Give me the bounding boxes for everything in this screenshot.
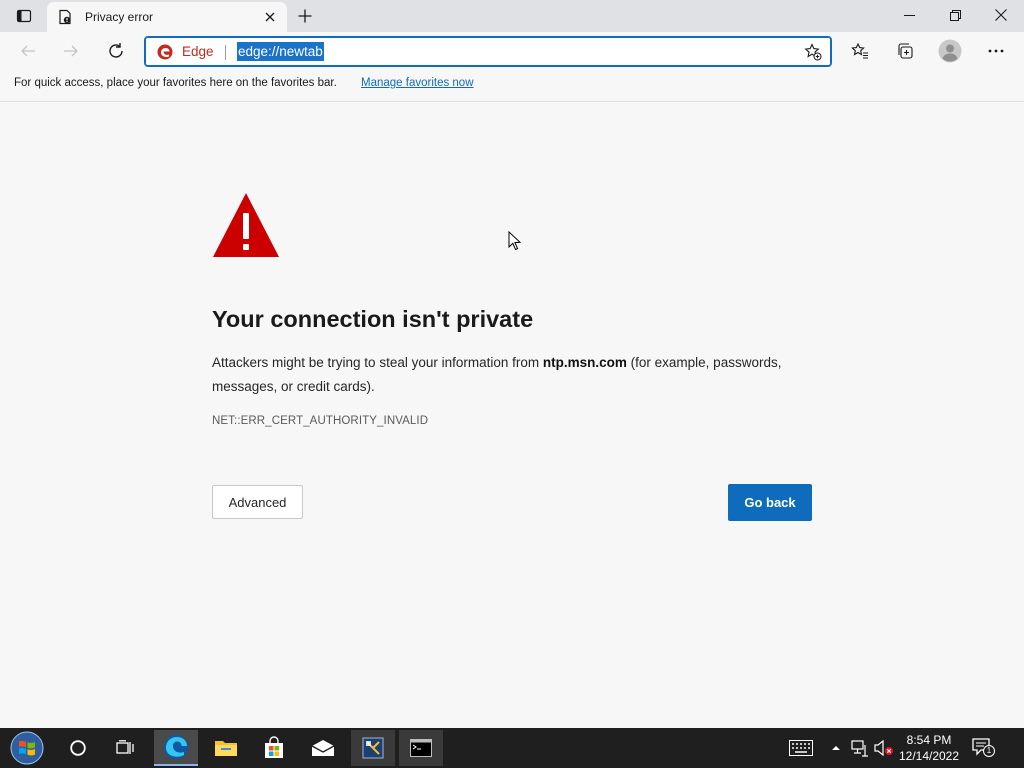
close-icon (995, 9, 1007, 21)
notification-count: 1 (983, 745, 995, 757)
error-description: Attackers might be trying to steal your … (212, 351, 822, 399)
taskbar-command-prompt[interactable] (399, 730, 443, 766)
taskbar-app-window[interactable] (351, 730, 395, 766)
new-tab-button[interactable] (292, 4, 318, 28)
more-horizontal-icon (988, 49, 1004, 53)
taskbar-mail[interactable] (301, 730, 345, 766)
edge-logo-icon (157, 44, 173, 60)
arrow-left-icon (21, 45, 35, 57)
settings-more-button[interactable] (981, 36, 1011, 66)
network-icon (851, 740, 868, 757)
network-button[interactable] (850, 738, 870, 758)
tab-title: Privacy error (85, 10, 154, 24)
refresh-button[interactable] (101, 36, 131, 66)
plus-icon (298, 9, 312, 23)
collections-icon (898, 43, 913, 59)
volume-button[interactable] (874, 738, 894, 758)
tab-close-button[interactable] (259, 6, 281, 28)
search-button[interactable] (56, 730, 100, 766)
restore-icon (949, 9, 961, 21)
close-window-button[interactable] (978, 0, 1024, 30)
address-bar[interactable]: Edge edge://newtab (144, 36, 832, 67)
action-center-button[interactable]: 1 (971, 738, 995, 758)
windows-start-orb-icon (10, 731, 44, 765)
minimize-button[interactable] (886, 0, 932, 30)
profile-button[interactable] (935, 36, 965, 66)
taskbar: 8:54 PM 12/14/2022 1 (0, 728, 1024, 768)
mail-icon (311, 740, 335, 756)
close-icon (265, 12, 275, 22)
clock-time: 8:54 PM (906, 733, 952, 747)
volume-muted-icon (874, 739, 893, 757)
advanced-button[interactable]: Advanced (212, 485, 303, 519)
title-bar: Privacy error (0, 0, 1024, 32)
task-view-icon (116, 740, 134, 754)
restore-button[interactable] (932, 0, 978, 30)
manage-favorites-link[interactable]: Manage favorites now (361, 77, 474, 89)
arrow-right-icon (64, 45, 78, 57)
keyboard-icon (789, 740, 813, 756)
go-back-button[interactable]: Go back (728, 484, 812, 521)
error-code[interactable]: NET::ERR_CERT_AUTHORITY_INVALID (212, 415, 428, 427)
app-window-icon (362, 737, 384, 759)
terminal-icon (410, 739, 432, 757)
taskbar-store[interactable] (252, 730, 296, 766)
star-add-icon (804, 43, 822, 61)
favorites-icon (851, 42, 868, 59)
store-bag-icon (265, 736, 283, 758)
page-content: Your connection isn't private Attackers … (0, 103, 1024, 728)
avatar-icon (938, 39, 962, 63)
mouse-cursor-icon (508, 231, 522, 251)
clock-date: 12/14/2022 (898, 749, 960, 763)
edge-icon (164, 735, 188, 759)
back-button[interactable] (13, 36, 43, 66)
favorites-bar-hint: For quick access, place your favorites h… (14, 77, 337, 89)
browser-tab[interactable]: Privacy error (47, 2, 287, 32)
add-favorite-button[interactable] (803, 42, 823, 62)
navigation-toolbar: Edge edge://newtab (0, 32, 1024, 70)
address-separator (225, 45, 226, 60)
description-text: Attackers might be trying to steal your … (212, 355, 543, 370)
touch-keyboard-button[interactable] (789, 738, 813, 758)
taskbar-file-explorer[interactable] (204, 730, 248, 766)
folder-icon (215, 741, 237, 756)
search-circle-icon (70, 740, 86, 756)
privacy-error-icon (57, 9, 73, 25)
show-hidden-icons-button[interactable] (826, 738, 846, 758)
system-clock[interactable]: 8:54 PM 12/14/2022 (896, 732, 962, 764)
task-view-button[interactable] (103, 730, 147, 766)
favorites-bar: For quick access, place your favorites h… (0, 70, 1024, 102)
forward-button[interactable] (56, 36, 86, 66)
refresh-icon (109, 43, 123, 58)
tab-actions-icon (16, 9, 32, 23)
warning-icon (213, 193, 279, 257)
site-identity-label[interactable]: Edge (182, 44, 214, 59)
start-button[interactable] (4, 730, 50, 766)
page-title: Your connection isn't private (212, 306, 534, 332)
minimize-icon (903, 14, 915, 16)
taskbar-edge[interactable] (154, 730, 198, 766)
collections-button[interactable] (890, 36, 920, 66)
chevron-up-icon (832, 746, 840, 750)
url-text[interactable]: edge://newtab (237, 42, 324, 61)
favorites-button[interactable] (845, 36, 875, 66)
tab-actions-button[interactable] (8, 5, 40, 27)
host-name: ntp.msn.com (542, 355, 627, 370)
